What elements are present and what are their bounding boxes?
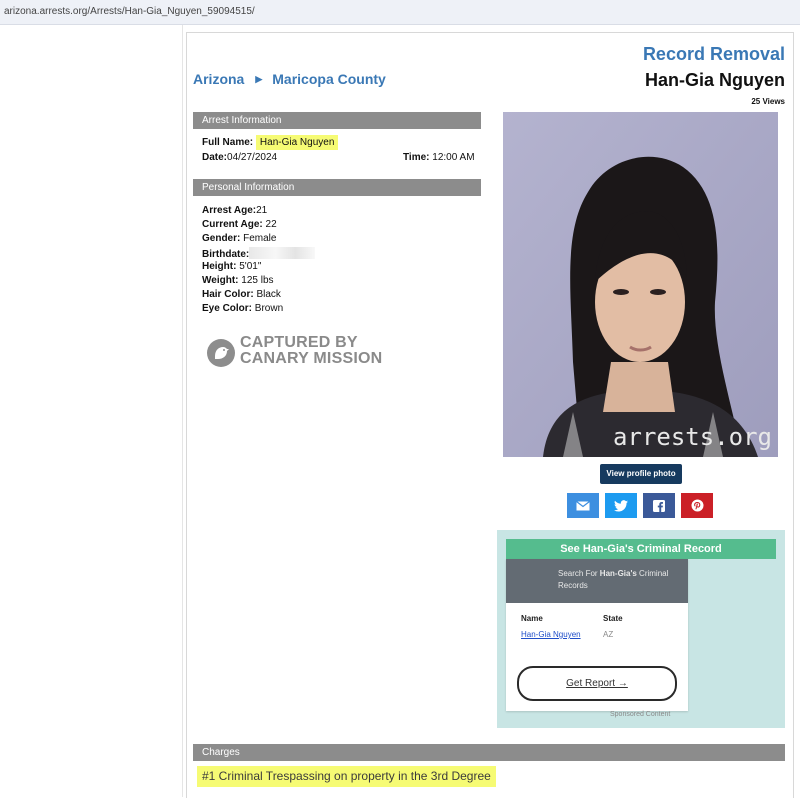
current-age-label: Current Age:	[202, 219, 263, 230]
watermark-line-1: CAPTURED BY	[240, 334, 358, 351]
arrest-age-label: Arrest Age:	[202, 205, 257, 216]
pinterest-icon	[691, 499, 703, 512]
twitter-icon	[614, 499, 628, 512]
share-pinterest-button[interactable]	[681, 493, 713, 518]
left-blank-pane	[0, 25, 183, 797]
watermark-line-2: CANARY MISSION	[240, 350, 383, 367]
charge-item: #1 Criminal Trespassing on property in t…	[197, 766, 496, 787]
page-title: Han-Gia Nguyen	[644, 70, 785, 90]
ad-title[interactable]: See Han-Gia's Criminal Record	[506, 539, 776, 559]
arrest-age-row: Arrest Age:21	[202, 205, 267, 216]
personal-info-header: Personal Information	[193, 179, 481, 196]
gender-value: Female	[243, 233, 277, 244]
get-report-button[interactable]: Get Report →	[517, 666, 677, 701]
ad-col-name: Name	[521, 614, 543, 623]
view-count: 25 Views	[751, 97, 785, 106]
time-label: Time:	[403, 152, 430, 163]
breadcrumb-state-link[interactable]: Arizona	[193, 71, 244, 87]
time-row: Time: 12:00 AM	[403, 152, 475, 163]
url-text[interactable]: arizona.arrests.org/Arrests/Han-Gia_Nguy…	[4, 6, 255, 17]
ad-result-name-link[interactable]: Han-Gia Nguyen	[521, 630, 581, 639]
hair-color-value: Black	[256, 289, 281, 300]
ad-col-state: State	[603, 614, 623, 623]
weight-label: Weight:	[202, 275, 239, 286]
canary-bird-icon	[207, 339, 235, 367]
date-label: Date:	[202, 152, 228, 163]
eye-color-row: Eye Color: Brown	[202, 303, 283, 314]
birthdate-label: Birthdate:	[202, 249, 250, 260]
eye-color-value: Brown	[254, 303, 284, 314]
arrest-age-value: 21	[256, 205, 268, 216]
sponsored-label: Sponsored Content	[610, 711, 671, 718]
weight-value: 125 lbs	[241, 275, 274, 286]
full-name-row: Full Name: Han-Gia Nguyen	[202, 135, 339, 150]
birthdate-redacted	[249, 247, 316, 259]
gender-label: Gender:	[202, 233, 241, 244]
full-name-value: Han-Gia Nguyen	[255, 135, 339, 150]
birthdate-row: Birthdate:	[202, 247, 316, 260]
share-facebook-button[interactable]	[643, 493, 675, 518]
ad-search-header: Search For Han-Gia's Criminal Records	[506, 559, 688, 603]
arrest-info-header: Arrest Information	[193, 112, 481, 129]
record-removal-link[interactable]: Record Removal	[643, 44, 785, 65]
canary-mission-watermark: CAPTURED BY CANARY MISSION	[240, 335, 382, 367]
mugshot-photo[interactable]: arrests.org	[503, 112, 778, 457]
browser-url-bar[interactable]: arizona.arrests.org/Arrests/Han-Gia_Nguy…	[0, 0, 800, 25]
share-email-button[interactable]	[567, 493, 599, 518]
eye-color-label: Eye Color:	[202, 303, 253, 314]
height-row: Height: 5'01"	[202, 261, 261, 272]
share-twitter-button[interactable]	[605, 493, 637, 518]
ad-search-name: Han-Gia's	[599, 569, 637, 578]
hair-color-row: Hair Color: Black	[202, 289, 281, 300]
gender-row: Gender: Female	[202, 233, 276, 244]
breadcrumb: Arizona ▶ Maricopa County	[193, 71, 386, 87]
height-label: Height:	[202, 261, 237, 272]
ad-result-state: AZ	[603, 630, 614, 639]
facebook-icon	[653, 499, 665, 512]
ad-search-prefix: Search For	[558, 569, 600, 578]
current-age-value: 22	[265, 219, 277, 230]
height-value: 5'01"	[239, 261, 262, 272]
time-value: 12:00 AM	[432, 152, 475, 163]
date-row: Date:04/27/2024	[202, 152, 277, 163]
view-profile-photo-button[interactable]: View profile photo	[600, 464, 682, 484]
hair-color-label: Hair Color:	[202, 289, 254, 300]
date-value: 04/27/2024	[227, 152, 278, 163]
email-icon	[576, 500, 590, 510]
weight-row: Weight: 125 lbs	[202, 275, 274, 286]
breadcrumb-county-link[interactable]: Maricopa County	[272, 71, 386, 87]
breadcrumb-separator-icon: ▶	[255, 74, 263, 84]
current-age-row: Current Age: 22	[202, 219, 277, 230]
photo-watermark: arrests.org	[613, 423, 772, 451]
charges-header: Charges	[193, 744, 785, 761]
full-name-label: Full Name:	[202, 137, 254, 148]
